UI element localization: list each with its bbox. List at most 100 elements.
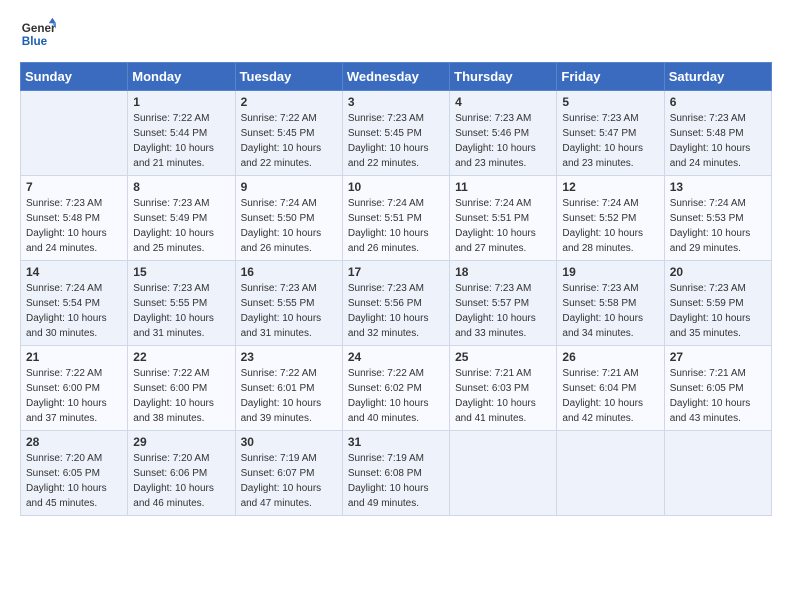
day-info: Sunrise: 7:23 AMSunset: 5:55 PMDaylight:… [241, 281, 337, 341]
day-number: 21 [26, 350, 122, 364]
calendar-table: SundayMondayTuesdayWednesdayThursdayFrid… [20, 62, 772, 516]
calendar-cell: 27 Sunrise: 7:21 AMSunset: 6:05 PMDaylig… [664, 346, 771, 431]
svg-text:General: General [22, 22, 56, 35]
day-number: 22 [133, 350, 229, 364]
day-number: 1 [133, 95, 229, 109]
calendar-cell: 6 Sunrise: 7:23 AMSunset: 5:48 PMDayligh… [664, 91, 771, 176]
calendar-cell: 10 Sunrise: 7:24 AMSunset: 5:51 PMDaylig… [342, 176, 449, 261]
day-number: 17 [348, 265, 444, 279]
day-info: Sunrise: 7:23 AMSunset: 5:59 PMDaylight:… [670, 281, 766, 341]
day-info: Sunrise: 7:23 AMSunset: 5:46 PMDaylight:… [455, 111, 551, 171]
week-row-5: 28 Sunrise: 7:20 AMSunset: 6:05 PMDaylig… [21, 431, 772, 516]
calendar-cell: 14 Sunrise: 7:24 AMSunset: 5:54 PMDaylig… [21, 261, 128, 346]
calendar-cell: 18 Sunrise: 7:23 AMSunset: 5:57 PMDaylig… [450, 261, 557, 346]
day-number: 7 [26, 180, 122, 194]
calendar-cell: 11 Sunrise: 7:24 AMSunset: 5:51 PMDaylig… [450, 176, 557, 261]
day-info: Sunrise: 7:24 AMSunset: 5:54 PMDaylight:… [26, 281, 122, 341]
day-number: 10 [348, 180, 444, 194]
week-row-2: 7 Sunrise: 7:23 AMSunset: 5:48 PMDayligh… [21, 176, 772, 261]
day-info: Sunrise: 7:24 AMSunset: 5:51 PMDaylight:… [348, 196, 444, 256]
day-info: Sunrise: 7:23 AMSunset: 5:56 PMDaylight:… [348, 281, 444, 341]
day-info: Sunrise: 7:21 AMSunset: 6:03 PMDaylight:… [455, 366, 551, 426]
calendar-cell: 26 Sunrise: 7:21 AMSunset: 6:04 PMDaylig… [557, 346, 664, 431]
calendar-cell [21, 91, 128, 176]
day-number: 28 [26, 435, 122, 449]
week-row-4: 21 Sunrise: 7:22 AMSunset: 6:00 PMDaylig… [21, 346, 772, 431]
day-header-wednesday: Wednesday [342, 63, 449, 91]
day-info: Sunrise: 7:21 AMSunset: 6:05 PMDaylight:… [670, 366, 766, 426]
day-number: 3 [348, 95, 444, 109]
day-number: 6 [670, 95, 766, 109]
calendar-cell: 16 Sunrise: 7:23 AMSunset: 5:55 PMDaylig… [235, 261, 342, 346]
calendar-cell [450, 431, 557, 516]
calendar-cell: 24 Sunrise: 7:22 AMSunset: 6:02 PMDaylig… [342, 346, 449, 431]
day-number: 27 [670, 350, 766, 364]
day-info: Sunrise: 7:23 AMSunset: 5:48 PMDaylight:… [26, 196, 122, 256]
day-number: 8 [133, 180, 229, 194]
calendar-cell: 12 Sunrise: 7:24 AMSunset: 5:52 PMDaylig… [557, 176, 664, 261]
day-header-tuesday: Tuesday [235, 63, 342, 91]
calendar-cell: 13 Sunrise: 7:24 AMSunset: 5:53 PMDaylig… [664, 176, 771, 261]
calendar-cell: 28 Sunrise: 7:20 AMSunset: 6:05 PMDaylig… [21, 431, 128, 516]
day-header-thursday: Thursday [450, 63, 557, 91]
day-number: 20 [670, 265, 766, 279]
day-info: Sunrise: 7:23 AMSunset: 5:45 PMDaylight:… [348, 111, 444, 171]
day-info: Sunrise: 7:21 AMSunset: 6:04 PMDaylight:… [562, 366, 658, 426]
day-info: Sunrise: 7:22 AMSunset: 5:44 PMDaylight:… [133, 111, 229, 171]
day-info: Sunrise: 7:20 AMSunset: 6:05 PMDaylight:… [26, 451, 122, 511]
day-number: 29 [133, 435, 229, 449]
logo-icon: General Blue [20, 16, 56, 52]
day-info: Sunrise: 7:23 AMSunset: 5:47 PMDaylight:… [562, 111, 658, 171]
day-number: 30 [241, 435, 337, 449]
day-info: Sunrise: 7:24 AMSunset: 5:51 PMDaylight:… [455, 196, 551, 256]
calendar-cell: 23 Sunrise: 7:22 AMSunset: 6:01 PMDaylig… [235, 346, 342, 431]
day-number: 12 [562, 180, 658, 194]
calendar-cell: 22 Sunrise: 7:22 AMSunset: 6:00 PMDaylig… [128, 346, 235, 431]
calendar-cell: 19 Sunrise: 7:23 AMSunset: 5:58 PMDaylig… [557, 261, 664, 346]
day-header-sunday: Sunday [21, 63, 128, 91]
calendar-cell: 30 Sunrise: 7:19 AMSunset: 6:07 PMDaylig… [235, 431, 342, 516]
day-header-saturday: Saturday [664, 63, 771, 91]
day-info: Sunrise: 7:24 AMSunset: 5:50 PMDaylight:… [241, 196, 337, 256]
day-info: Sunrise: 7:23 AMSunset: 5:48 PMDaylight:… [670, 111, 766, 171]
logo: General Blue [20, 16, 56, 52]
day-header-friday: Friday [557, 63, 664, 91]
day-header-monday: Monday [128, 63, 235, 91]
day-info: Sunrise: 7:19 AMSunset: 6:07 PMDaylight:… [241, 451, 337, 511]
header: General Blue [20, 16, 772, 52]
day-number: 18 [455, 265, 551, 279]
calendar-cell: 9 Sunrise: 7:24 AMSunset: 5:50 PMDayligh… [235, 176, 342, 261]
day-number: 24 [348, 350, 444, 364]
week-row-3: 14 Sunrise: 7:24 AMSunset: 5:54 PMDaylig… [21, 261, 772, 346]
day-number: 5 [562, 95, 658, 109]
day-number: 31 [348, 435, 444, 449]
day-number: 9 [241, 180, 337, 194]
calendar-cell [557, 431, 664, 516]
day-info: Sunrise: 7:19 AMSunset: 6:08 PMDaylight:… [348, 451, 444, 511]
day-info: Sunrise: 7:24 AMSunset: 5:52 PMDaylight:… [562, 196, 658, 256]
day-info: Sunrise: 7:20 AMSunset: 6:06 PMDaylight:… [133, 451, 229, 511]
calendar-cell: 15 Sunrise: 7:23 AMSunset: 5:55 PMDaylig… [128, 261, 235, 346]
day-info: Sunrise: 7:23 AMSunset: 5:58 PMDaylight:… [562, 281, 658, 341]
calendar-cell: 21 Sunrise: 7:22 AMSunset: 6:00 PMDaylig… [21, 346, 128, 431]
day-number: 4 [455, 95, 551, 109]
calendar-cell: 8 Sunrise: 7:23 AMSunset: 5:49 PMDayligh… [128, 176, 235, 261]
calendar-cell: 2 Sunrise: 7:22 AMSunset: 5:45 PMDayligh… [235, 91, 342, 176]
day-info: Sunrise: 7:24 AMSunset: 5:53 PMDaylight:… [670, 196, 766, 256]
calendar-cell: 20 Sunrise: 7:23 AMSunset: 5:59 PMDaylig… [664, 261, 771, 346]
week-row-1: 1 Sunrise: 7:22 AMSunset: 5:44 PMDayligh… [21, 91, 772, 176]
calendar-cell: 29 Sunrise: 7:20 AMSunset: 6:06 PMDaylig… [128, 431, 235, 516]
day-number: 16 [241, 265, 337, 279]
calendar-cell: 25 Sunrise: 7:21 AMSunset: 6:03 PMDaylig… [450, 346, 557, 431]
header-row: SundayMondayTuesdayWednesdayThursdayFrid… [21, 63, 772, 91]
day-info: Sunrise: 7:23 AMSunset: 5:57 PMDaylight:… [455, 281, 551, 341]
calendar-cell: 4 Sunrise: 7:23 AMSunset: 5:46 PMDayligh… [450, 91, 557, 176]
calendar-cell: 31 Sunrise: 7:19 AMSunset: 6:08 PMDaylig… [342, 431, 449, 516]
day-info: Sunrise: 7:22 AMSunset: 6:00 PMDaylight:… [133, 366, 229, 426]
day-number: 13 [670, 180, 766, 194]
day-number: 23 [241, 350, 337, 364]
calendar-cell: 17 Sunrise: 7:23 AMSunset: 5:56 PMDaylig… [342, 261, 449, 346]
day-info: Sunrise: 7:22 AMSunset: 6:00 PMDaylight:… [26, 366, 122, 426]
day-number: 19 [562, 265, 658, 279]
day-number: 11 [455, 180, 551, 194]
